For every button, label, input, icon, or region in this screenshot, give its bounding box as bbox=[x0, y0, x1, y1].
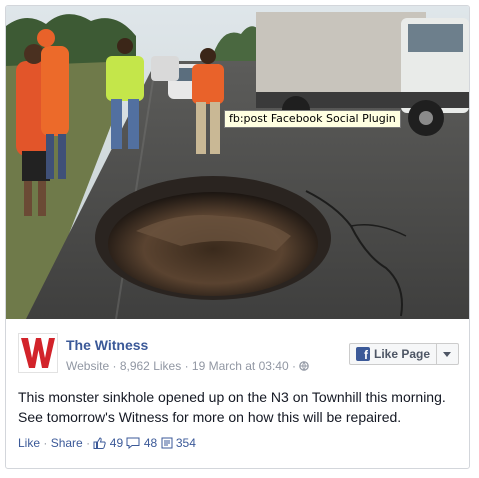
page-category[interactable]: Website bbox=[66, 359, 109, 373]
share-icon bbox=[161, 437, 173, 449]
chevron-down-icon[interactable] bbox=[443, 352, 451, 357]
action-separator: · bbox=[43, 435, 48, 450]
sinkhole-photo bbox=[6, 6, 469, 319]
post-date-link[interactable]: 19 March at 03:40 bbox=[192, 359, 289, 373]
page-name-link[interactable]: The Witness bbox=[66, 337, 148, 353]
action-separator: · bbox=[86, 435, 91, 450]
post-photo[interactable]: fb:post Facebook Social Plugin bbox=[6, 6, 469, 319]
post-meta: Website · 8,962 Likes · 19 March at 03:4… bbox=[66, 359, 310, 373]
like-link[interactable]: Like bbox=[18, 436, 40, 450]
comments-count[interactable]: 48 bbox=[144, 436, 157, 450]
comment-icon bbox=[126, 437, 140, 449]
likes-count[interactable]: 49 bbox=[110, 436, 123, 450]
like-page-label: Like Page bbox=[374, 347, 431, 361]
shares-count[interactable]: 354 bbox=[176, 436, 196, 450]
like-page-button[interactable]: f Like Page bbox=[349, 343, 459, 365]
facebook-post: fb:post Facebook Social Plugin The Witne… bbox=[5, 5, 470, 469]
post-text: This monster sinkhole opened up on the N… bbox=[18, 389, 446, 425]
page-likes-count: 8,962 Likes bbox=[119, 359, 182, 373]
meta-separator: · bbox=[291, 359, 296, 373]
post-actions: Like · Share · 49 48 354 bbox=[18, 435, 196, 450]
thumbs-up-icon bbox=[93, 437, 107, 449]
post-header: The Witness Website · 8,962 Likes · 19 M… bbox=[18, 333, 459, 375]
meta-separator: · bbox=[184, 359, 189, 373]
witness-logo-icon bbox=[21, 338, 55, 368]
facebook-f-icon: f bbox=[356, 347, 370, 361]
share-link[interactable]: Share bbox=[51, 436, 83, 450]
like-page-main[interactable]: f Like Page bbox=[350, 344, 437, 364]
plugin-tooltip: fb:post Facebook Social Plugin bbox=[224, 110, 401, 128]
globe-icon bbox=[299, 361, 310, 371]
page-avatar[interactable] bbox=[18, 333, 58, 373]
meta-separator: · bbox=[112, 359, 117, 373]
